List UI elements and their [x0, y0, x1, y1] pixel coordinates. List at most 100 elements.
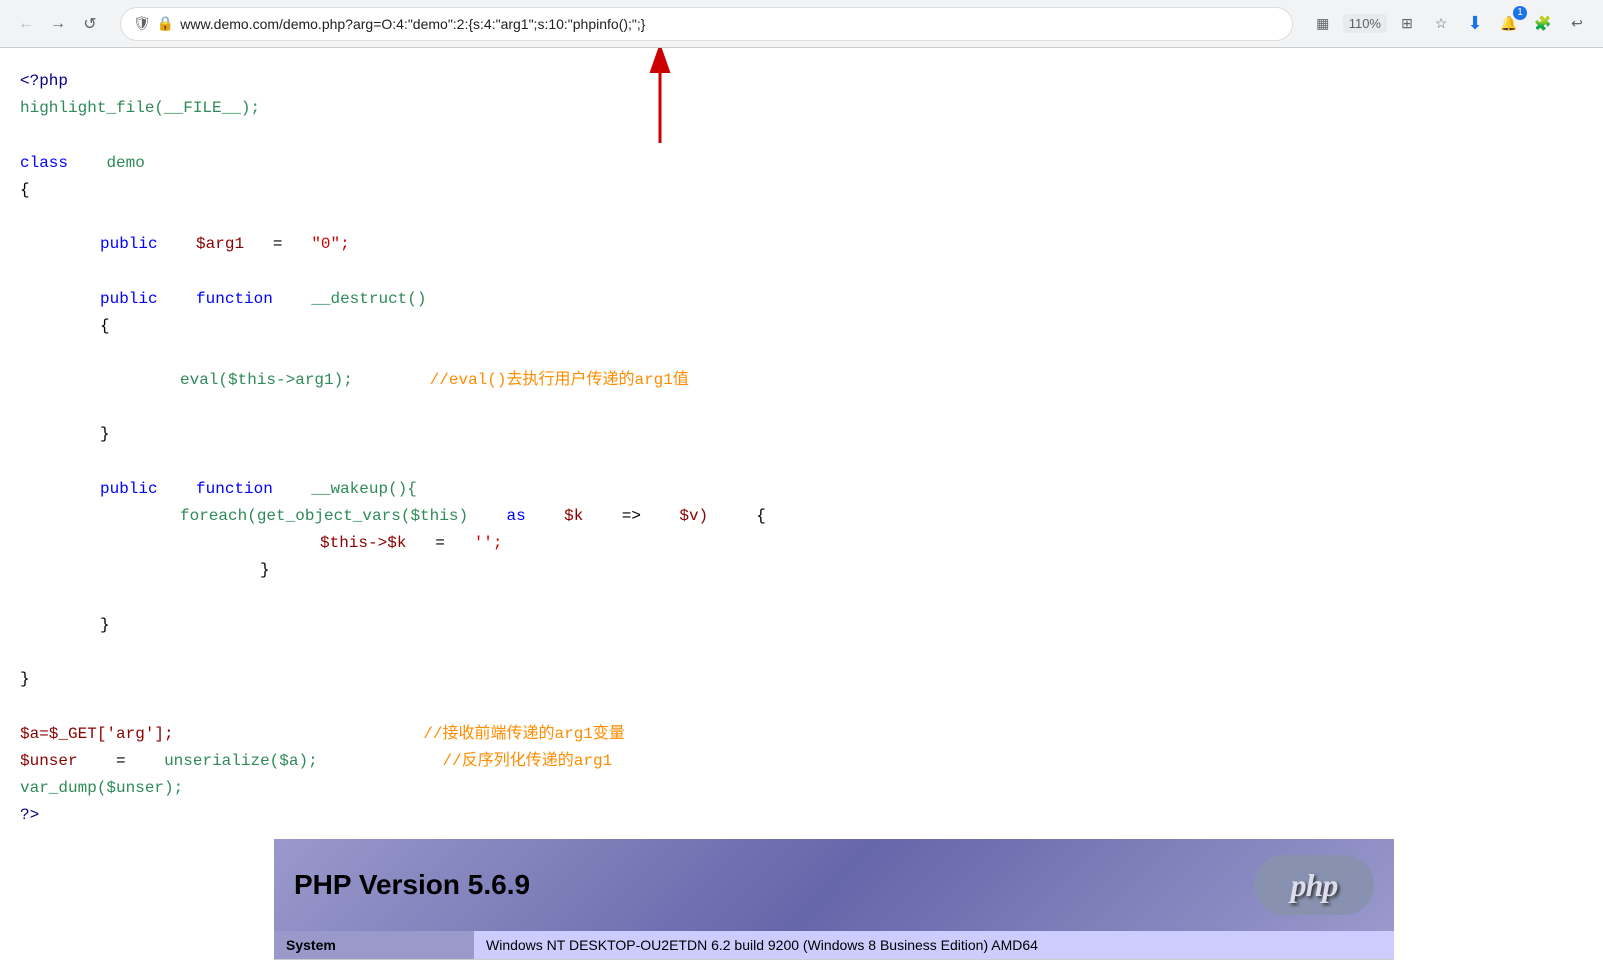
close-brace-3: }	[100, 616, 110, 634]
code-line-6	[20, 204, 1583, 231]
public-keyword-2: public	[100, 290, 158, 308]
code-line-7: public $arg1 = "0";	[20, 231, 1583, 258]
code-line-10: {	[20, 313, 1583, 340]
destruct-func: __destruct()	[311, 290, 426, 308]
code-line-11	[20, 340, 1583, 367]
equals-2: =	[435, 534, 445, 552]
function-keyword-2: function	[196, 480, 273, 498]
code-line-22	[20, 639, 1583, 666]
phpinfo-title: PHP Version 5.6.9	[294, 869, 530, 901]
php-open-tag: <?php	[20, 72, 68, 90]
equals-3: =	[116, 752, 126, 770]
nav-buttons: ← → ↺	[12, 10, 104, 38]
eval-call: eval($this->arg1);	[180, 371, 353, 389]
qr-button[interactable]: ▦	[1309, 10, 1337, 38]
code-line-21: }	[20, 612, 1583, 639]
forward-button[interactable]: →	[44, 10, 72, 38]
reload-button[interactable]: ↺	[76, 10, 104, 38]
get-comment: //接收前端传递的arg1变量	[423, 725, 625, 743]
extensions-icon: ⊞	[1401, 15, 1413, 32]
open-brace-1: {	[20, 181, 30, 199]
unserialize-call: unserialize($a);	[164, 752, 318, 770]
v-var: $v)	[679, 507, 708, 525]
zero-string: "0";	[311, 235, 349, 253]
puzzle-icon: 🧩	[1534, 15, 1551, 32]
code-line-17: foreach(get_object_vars($this) as $k => …	[20, 503, 1583, 530]
code-line-3	[20, 122, 1583, 149]
back-button[interactable]: ←	[12, 10, 40, 38]
code-line-23: }	[20, 666, 1583, 693]
history-back-icon: ↩	[1571, 15, 1583, 32]
code-line-28: ?>	[20, 802, 1583, 829]
system-label: System	[274, 931, 474, 960]
forward-icon: →	[50, 15, 66, 33]
open-brace-2: {	[100, 317, 110, 335]
lock-icon: 🔒	[157, 15, 174, 32]
url-text: www.demo.com/demo.php?arg=O:4:"demo":2:{…	[180, 16, 1279, 32]
wakeup-func: __wakeup(){	[311, 480, 417, 498]
puzzle-button[interactable]: 🧩	[1529, 10, 1557, 38]
class-name: demo	[106, 154, 144, 172]
code-line-15	[20, 449, 1583, 476]
vardump-call: var_dump($unser);	[20, 779, 183, 797]
history-back-button[interactable]: ↩	[1563, 10, 1591, 38]
zoom-level: 110%	[1343, 14, 1387, 33]
php-logo-text: php	[1291, 867, 1338, 904]
extensions-button[interactable]: ⊞	[1393, 10, 1421, 38]
code-line-26: $unser = unserialize($a); //反序列化传递的arg1	[20, 748, 1583, 775]
unser-var: $unser	[20, 752, 78, 770]
notification-badge: 🔔 1	[1495, 10, 1523, 38]
code-block: <?php highlight_file(__FILE__); class de…	[20, 68, 1583, 829]
code-line-16: public function __wakeup(){	[20, 476, 1583, 503]
public-keyword-3: public	[100, 480, 158, 498]
table-row: System Windows NT DESKTOP-OU2ETDN 6.2 bu…	[274, 931, 1394, 960]
bookmark-button[interactable]: ☆	[1427, 10, 1455, 38]
arg1-var: $arg1	[196, 235, 244, 253]
public-keyword-1: public	[100, 235, 158, 253]
php-logo: php	[1254, 855, 1374, 915]
code-line-12: eval($this->arg1); //eval()去执行用户传递的arg1值	[20, 367, 1583, 394]
highlight-file-call: highlight_file(__FILE__);	[20, 99, 260, 117]
code-line-5: {	[20, 177, 1583, 204]
code-line-1: <?php	[20, 68, 1583, 95]
eval-comment: //eval()去执行用户传递的arg1值	[430, 371, 689, 389]
shield-icon: 🛡	[133, 15, 151, 32]
php-close-tag: ?>	[20, 806, 39, 824]
address-bar[interactable]: 🛡 🔒 www.demo.com/demo.php?arg=O:4:"demo"…	[120, 7, 1293, 41]
equals-1: =	[273, 235, 283, 253]
empty-string: '';	[474, 534, 503, 552]
close-brace-1: }	[100, 425, 110, 443]
phpinfo-panel: PHP Version 5.6.9 php System Windows NT …	[274, 839, 1394, 960]
get-call: $a=$_GET['arg'];	[20, 725, 174, 743]
code-line-2: highlight_file(__FILE__);	[20, 95, 1583, 122]
code-line-4: class demo	[20, 150, 1583, 177]
back-icon: ←	[18, 15, 34, 33]
close-brace-4: }	[20, 670, 30, 688]
arrow-op: =>	[622, 507, 641, 525]
code-line-27: var_dump($unser);	[20, 775, 1583, 802]
code-area: <?php highlight_file(__FILE__); class de…	[0, 48, 1603, 839]
code-line-20	[20, 585, 1583, 612]
phpinfo-header: PHP Version 5.6.9 php	[274, 839, 1394, 931]
code-line-14: }	[20, 421, 1583, 448]
code-line-24	[20, 693, 1583, 720]
notification-count: 1	[1513, 6, 1527, 20]
this-k-assign: $this->$k	[320, 534, 406, 552]
toolbar-right: ▦ 110% ⊞ ☆ ⬇ 🔔 1 🧩 ↩	[1309, 10, 1591, 38]
download-button[interactable]: ⬇	[1461, 10, 1489, 38]
unserialize-comment: //反序列化传递的arg1	[443, 752, 613, 770]
code-line-9: public function __destruct()	[20, 286, 1583, 313]
code-line-19: }	[20, 557, 1583, 584]
code-line-18: $this->$k = '';	[20, 530, 1583, 557]
code-line-13	[20, 394, 1583, 421]
arrow-annotation	[645, 48, 675, 153]
function-keyword-1: function	[196, 290, 273, 308]
system-value: Windows NT DESKTOP-OU2ETDN 6.2 build 920…	[474, 931, 1394, 960]
phpinfo-table: System Windows NT DESKTOP-OU2ETDN 6.2 bu…	[274, 931, 1394, 960]
close-brace-2: }	[260, 561, 270, 579]
star-icon: ☆	[1435, 15, 1448, 32]
as-keyword: as	[506, 507, 525, 525]
qr-icon: ▦	[1316, 15, 1329, 32]
download-icon: ⬇	[1467, 13, 1482, 34]
class-keyword: class	[20, 154, 68, 172]
